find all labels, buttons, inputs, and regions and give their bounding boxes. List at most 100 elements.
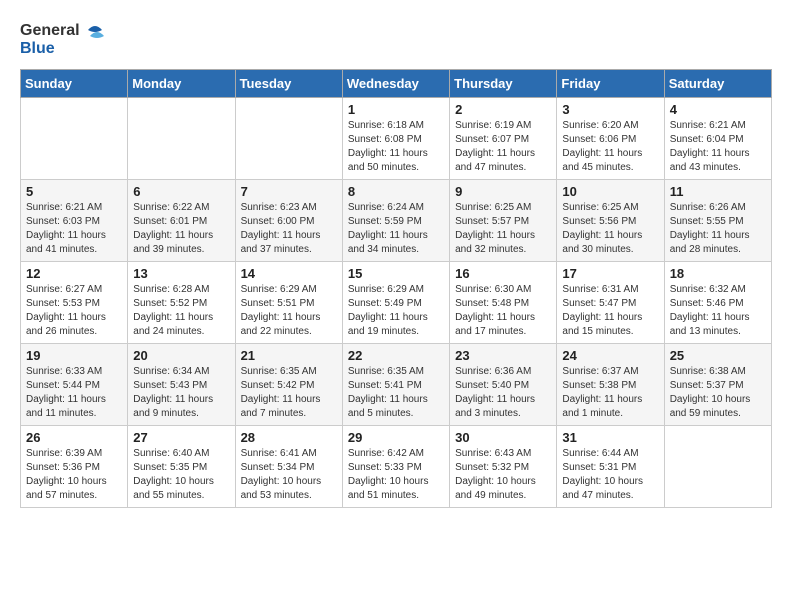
calendar-cell [21,98,128,180]
day-info: Sunrise: 6:21 AM Sunset: 6:04 PM Dayligh… [670,119,766,175]
calendar-cell: 19 Sunrise: 6:33 AM Sunset: 5:44 PM Dayli… [21,344,128,426]
calendar-week-row: 12Sunrise: 6:27 AM Sunset: 5:53 PM Dayli… [21,262,772,344]
calendar-cell: 2 Sunrise: 6:19 AM Sunset: 6:07 PM Daylig… [450,98,557,180]
calendar-week-row: 19 Sunrise: 6:33 AM Sunset: 5:44 PM Dayli… [21,344,772,426]
calendar-cell: 20 Sunrise: 6:34 AM Sunset: 5:43 PM Dayli… [128,344,235,426]
calendar-table: SundayMondayTuesdayWednesdayThursdayFrid… [20,69,772,508]
day-info: Sunrise: 6:30 AM Sunset: 5:48 PM Dayligh… [455,283,551,339]
day-info: Sunrise: 6:28 AM Sunset: 5:52 PM Dayligh… [133,283,229,339]
day-number: 16 [455,266,551,281]
calendar-cell: 4 Sunrise: 6:21 AM Sunset: 6:04 PM Daylig… [664,98,771,180]
day-info: Sunrise: 6:43 AM Sunset: 5:32 PM Dayligh… [455,447,551,503]
day-number: 23 [455,348,551,363]
day-number: 11 [670,184,766,199]
day-number: 7 [241,184,337,199]
day-info: Sunrise: 6:42 AM Sunset: 5:33 PM Dayligh… [348,447,444,503]
day-info: Sunrise: 6:38 AM Sunset: 5:37 PM Dayligh… [670,365,766,421]
calendar-cell: 18 Sunrise: 6:32 AM Sunset: 5:46 PM Dayli… [664,262,771,344]
day-info: Sunrise: 6:39 AM Sunset: 5:36 PM Dayligh… [26,447,122,503]
calendar-cell: 13 Sunrise: 6:28 AM Sunset: 5:52 PM Dayli… [128,262,235,344]
day-info: Sunrise: 6:25 AM Sunset: 5:56 PM Dayligh… [562,201,658,257]
day-number: 2 [455,102,551,117]
calendar-cell: 12Sunrise: 6:27 AM Sunset: 5:53 PM Dayli… [21,262,128,344]
day-info: Sunrise: 6:33 AM Sunset: 5:44 PM Dayligh… [26,365,122,421]
day-info: Sunrise: 6:29 AM Sunset: 5:49 PM Dayligh… [348,283,444,339]
calendar-cell: 3Sunrise: 6:20 AM Sunset: 6:06 PM Daylig… [557,98,664,180]
day-info: Sunrise: 6:26 AM Sunset: 5:55 PM Dayligh… [670,201,766,257]
day-number: 29 [348,430,444,445]
calendar-header-row: SundayMondayTuesdayWednesdayThursdayFrid… [21,70,772,98]
day-number: 28 [241,430,337,445]
weekday-header: Friday [557,70,664,98]
calendar-cell: 28 Sunrise: 6:41 AM Sunset: 5:34 PM Dayli… [235,426,342,508]
day-info: Sunrise: 6:22 AM Sunset: 6:01 PM Dayligh… [133,201,229,257]
day-info: Sunrise: 6:40 AM Sunset: 5:35 PM Dayligh… [133,447,229,503]
calendar-cell: 15 Sunrise: 6:29 AM Sunset: 5:49 PM Dayli… [342,262,449,344]
calendar-cell: 14 Sunrise: 6:29 AM Sunset: 5:51 PM Dayli… [235,262,342,344]
day-number: 17 [562,266,658,281]
calendar-cell: 7 Sunrise: 6:23 AM Sunset: 6:00 PM Daylig… [235,180,342,262]
weekday-header: Sunday [21,70,128,98]
day-number: 6 [133,184,229,199]
day-info: Sunrise: 6:23 AM Sunset: 6:00 PM Dayligh… [241,201,337,257]
day-info: Sunrise: 6:21 AM Sunset: 6:03 PM Dayligh… [26,201,122,257]
day-info: Sunrise: 6:35 AM Sunset: 5:41 PM Dayligh… [348,365,444,421]
calendar-cell: 17 Sunrise: 6:31 AM Sunset: 5:47 PM Dayli… [557,262,664,344]
day-number: 19 [26,348,122,363]
day-info: Sunrise: 6:25 AM Sunset: 5:57 PM Dayligh… [455,201,551,257]
day-number: 15 [348,266,444,281]
calendar-cell: 29 Sunrise: 6:42 AM Sunset: 5:33 PM Dayli… [342,426,449,508]
day-info: Sunrise: 6:41 AM Sunset: 5:34 PM Dayligh… [241,447,337,503]
calendar-cell: 11 Sunrise: 6:26 AM Sunset: 5:55 PM Dayli… [664,180,771,262]
day-info: Sunrise: 6:37 AM Sunset: 5:38 PM Dayligh… [562,365,658,421]
day-number: 13 [133,266,229,281]
day-info: Sunrise: 6:24 AM Sunset: 5:59 PM Dayligh… [348,201,444,257]
day-number: 22 [348,348,444,363]
day-number: 24 [562,348,658,363]
calendar-cell: 27 Sunrise: 6:40 AM Sunset: 5:35 PM Dayli… [128,426,235,508]
day-info: Sunrise: 6:19 AM Sunset: 6:07 PM Dayligh… [455,119,551,175]
logo-general-label: General [20,22,80,40]
page-header: GeneralBlue [20,20,772,59]
calendar-cell: 10 Sunrise: 6:25 AM Sunset: 5:56 PM Dayli… [557,180,664,262]
day-number: 27 [133,430,229,445]
day-info: Sunrise: 6:44 AM Sunset: 5:31 PM Dayligh… [562,447,658,503]
calendar-cell: 24 Sunrise: 6:37 AM Sunset: 5:38 PM Dayli… [557,344,664,426]
logo-bird-icon [86,20,104,54]
weekday-header: Tuesday [235,70,342,98]
day-info: Sunrise: 6:31 AM Sunset: 5:47 PM Dayligh… [562,283,658,339]
day-info: Sunrise: 6:35 AM Sunset: 5:42 PM Dayligh… [241,365,337,421]
calendar-cell [664,426,771,508]
day-info: Sunrise: 6:29 AM Sunset: 5:51 PM Dayligh… [241,283,337,339]
day-number: 9 [455,184,551,199]
day-info: Sunrise: 6:36 AM Sunset: 5:40 PM Dayligh… [455,365,551,421]
day-number: 20 [133,348,229,363]
day-number: 18 [670,266,766,281]
calendar-cell [128,98,235,180]
calendar-cell: 6 Sunrise: 6:22 AM Sunset: 6:01 PM Daylig… [128,180,235,262]
day-info: Sunrise: 6:27 AM Sunset: 5:53 PM Dayligh… [26,283,122,339]
day-number: 25 [670,348,766,363]
day-info: Sunrise: 6:18 AM Sunset: 6:08 PM Dayligh… [348,119,444,175]
weekday-header: Wednesday [342,70,449,98]
day-number: 10 [562,184,658,199]
calendar-cell: 30 Sunrise: 6:43 AM Sunset: 5:32 PM Dayli… [450,426,557,508]
calendar-cell: 25 Sunrise: 6:38 AM Sunset: 5:37 PM Dayli… [664,344,771,426]
day-info: Sunrise: 6:34 AM Sunset: 5:43 PM Dayligh… [133,365,229,421]
day-number: 4 [670,102,766,117]
logo-blue-label: Blue [20,40,80,58]
calendar-cell: 23 Sunrise: 6:36 AM Sunset: 5:40 PM Dayli… [450,344,557,426]
day-number: 31 [562,430,658,445]
calendar-cell: 21Sunrise: 6:35 AM Sunset: 5:42 PM Dayli… [235,344,342,426]
logo: GeneralBlue [20,20,104,59]
day-info: Sunrise: 6:20 AM Sunset: 6:06 PM Dayligh… [562,119,658,175]
day-number: 26 [26,430,122,445]
day-info: Sunrise: 6:32 AM Sunset: 5:46 PM Dayligh… [670,283,766,339]
calendar-cell: 8 Sunrise: 6:24 AM Sunset: 5:59 PM Daylig… [342,180,449,262]
day-number: 30 [455,430,551,445]
calendar-cell [235,98,342,180]
weekday-header: Thursday [450,70,557,98]
day-number: 14 [241,266,337,281]
calendar-cell: 9 Sunrise: 6:25 AM Sunset: 5:57 PM Daylig… [450,180,557,262]
day-number: 8 [348,184,444,199]
